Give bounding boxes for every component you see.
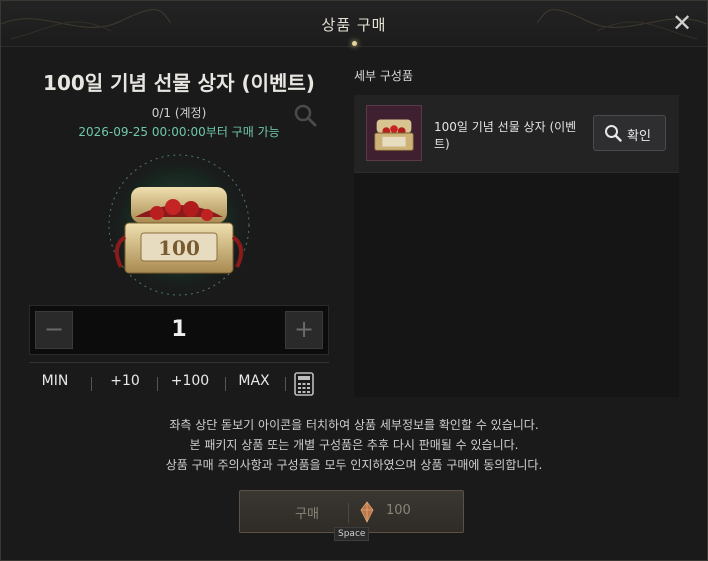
magnifier-icon[interactable] [293,103,317,127]
notice-line: 상품 구매 주의사항과 구성품을 모두 인지하였으며 상품 구매에 동의합니다. [165,458,543,472]
gift-chest-thumbnail [366,105,422,161]
separator [225,377,226,391]
purchase-price: 100 [386,503,411,518]
chest-badge-text: 100 [158,236,200,260]
decrease-quantity-button[interactable]: − [35,311,73,349]
components-title: 세부 구성품 [354,69,414,83]
close-button[interactable]: ✕ [669,11,695,37]
plus-100-button[interactable]: +100 [165,373,215,389]
quantity-value[interactable]: 1 [80,317,278,342]
components-panel: 세부 구성품 100일 기념 선물 상자 (이벤트) 확인 [354,61,679,397]
confirm-button[interactable]: 확인 [593,115,666,151]
purchase-dialog: 상품 구매 ✕ 100일 기념 선물 상자 (이벤트) 0/1 (계정) 202… [0,0,708,561]
notice-text: 좌측 상단 돋보기 아이콘을 터치하여 상품 세부정보를 확인할 수 있습니다.… [1,415,707,475]
max-button[interactable]: MAX [233,373,275,389]
confirm-label: 확인 [627,129,651,144]
title-glow-dot [352,41,357,46]
increase-quantity-button[interactable]: + [285,311,323,349]
separator [157,377,158,391]
list-item: 100일 기념 선물 상자 (이벤트) 확인 [354,95,679,173]
divider [29,362,329,363]
notice-line: 본 패키지 상품 또는 개별 구성품은 추후 다시 판매될 수 있습니다. [189,438,519,452]
gift-chest-image: 100 [105,151,253,299]
dialog-titlebar: 상품 구매 ✕ [1,1,707,47]
crystal-currency-icon [360,501,374,523]
calculator-icon[interactable] [293,372,315,396]
separator [91,377,92,391]
min-button[interactable]: MIN [35,373,75,389]
quick-quantity-row: MIN +10 +100 MAX [29,372,329,397]
purchase-label: 구매 [295,507,319,522]
plus-10-button[interactable]: +10 [105,373,145,389]
quantity-stepper: − 1 + [29,305,329,355]
magnifier-icon [605,125,622,142]
product-name: 100일 기념 선물 상자 (이벤트) [43,71,315,95]
purchase-limit: 0/1 (계정) [151,106,207,120]
component-name: 100일 기념 선물 상자 (이벤트) [434,120,577,151]
notice-line: 좌측 상단 돋보기 아이콘을 터치하여 상품 세부정보를 확인할 수 있습니다. [169,418,539,432]
separator [348,503,349,523]
separator [285,377,286,391]
components-list: 100일 기념 선물 상자 (이벤트) 확인 [354,95,679,397]
availability-date: 2026-09-25 00:00:00부터 구매 가능 [78,125,280,139]
dialog-title: 상품 구매 [321,16,387,34]
keyboard-shortcut-hint: Space [334,527,370,541]
